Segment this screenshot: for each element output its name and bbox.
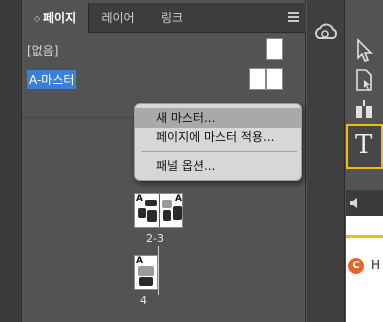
image-fragment xyxy=(173,206,182,220)
tab-pages[interactable]: ◇ 페이지 xyxy=(22,3,89,33)
master-a-right-page[interactable] xyxy=(266,68,283,90)
cc-libraries-column xyxy=(307,0,345,322)
image-fragment xyxy=(139,277,153,286)
image-fragment xyxy=(162,200,172,208)
tab-pages-label: 페이지 xyxy=(43,11,77,25)
spread-spine xyxy=(159,194,160,227)
tab-links-label: 링크 xyxy=(160,11,184,25)
spread-2-3-thumbnail[interactable]: A A xyxy=(134,193,183,228)
image-fragment xyxy=(147,210,157,222)
collapse-arrows-icon: ◇ xyxy=(33,14,41,23)
gap-tool-icon[interactable] xyxy=(350,96,378,124)
indesign-workspace: ◇ 페이지 레이어 링크 [없음] A-마스터 A A 2-3 A 4 새 마스… xyxy=(0,0,383,322)
spread-2-3-label: 2-3 xyxy=(146,232,164,245)
master-none-label: [없음] xyxy=(27,44,59,58)
page-4-label: 4 xyxy=(140,294,147,307)
tools-panel: T xyxy=(346,0,383,190)
tab-links[interactable]: 링크 xyxy=(147,3,197,33)
page-4-thumbnail[interactable]: A xyxy=(134,255,158,290)
master-a-row[interactable]: A-마스터 xyxy=(22,64,306,90)
master-a-left-page[interactable] xyxy=(249,68,266,90)
panel-tab-bar: ◇ 페이지 레이어 링크 xyxy=(22,3,306,33)
master-a-label: A-마스터 xyxy=(27,70,77,89)
panel-menu-icon[interactable] xyxy=(288,12,300,22)
type-tool-icon[interactable]: T xyxy=(346,124,383,169)
page-4-master-letter: A xyxy=(136,256,143,266)
page-3-master-letter: A xyxy=(175,194,182,204)
page-edge-line xyxy=(158,255,159,295)
image-fragment xyxy=(138,208,146,218)
context-menu: 새 마스터... 페이지에 마스터 적용... 패널 옵션... xyxy=(134,103,302,181)
app-badge-icon[interactable]: C xyxy=(348,258,364,274)
image-fragment xyxy=(145,200,157,206)
tab-layers-label: 레이어 xyxy=(101,11,135,25)
page-2-master-letter: A xyxy=(136,194,143,204)
page-tool-icon[interactable] xyxy=(350,66,378,94)
secondary-panel-bar xyxy=(346,190,383,216)
menu-item-new-master[interactable]: 새 마스터... xyxy=(135,108,301,128)
master-none-row[interactable]: [없음] xyxy=(22,36,306,62)
menu-separator xyxy=(141,151,297,152)
creative-cloud-icon[interactable] xyxy=(311,18,341,48)
speaker-icon[interactable] xyxy=(348,196,362,210)
partial-label: H xyxy=(371,258,381,272)
menu-item-apply-master[interactable]: 페이지에 마스터 적용... xyxy=(135,127,301,147)
image-fragment xyxy=(138,266,154,276)
tab-layers[interactable]: 레이어 xyxy=(89,3,147,33)
menu-item-panel-options[interactable]: 패널 옵션... xyxy=(135,156,301,176)
type-tool-glyph: T xyxy=(355,130,373,160)
master-none-thumbnail[interactable] xyxy=(266,38,283,60)
yellow-guide-line xyxy=(346,235,383,238)
left-dock-strip xyxy=(0,0,22,322)
selection-tool-icon[interactable] xyxy=(350,36,378,64)
image-fragment xyxy=(163,210,171,221)
